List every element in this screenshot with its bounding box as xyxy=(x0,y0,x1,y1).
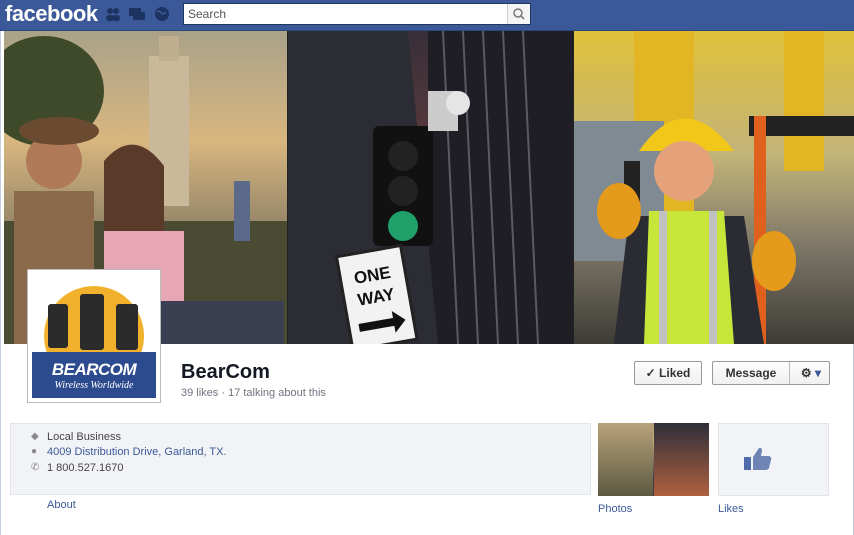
profile-tagline-text: Wireless Worldwide xyxy=(54,380,134,391)
messages-icon[interactable] xyxy=(128,6,146,22)
settings-dropdown-button[interactable]: ⚙ ▾ xyxy=(793,362,829,384)
friend-requests-icon[interactable] xyxy=(104,6,122,22)
about-link[interactable]: About xyxy=(47,499,76,511)
profile-picture[interactable]: BEARCOM Wireless Worldwide xyxy=(27,269,161,403)
category-text: Local Business xyxy=(47,431,121,443)
phone-icon: ✆ xyxy=(31,462,40,473)
photos-link[interactable]: Photos xyxy=(598,503,632,515)
phone-row: ✆ 1 800.527.1670 xyxy=(31,462,431,476)
message-button[interactable]: Message xyxy=(713,362,789,384)
top-navigation-bar: facebook xyxy=(0,0,854,31)
radio-image xyxy=(80,294,104,350)
search-box[interactable] xyxy=(183,3,531,25)
tag-icon: ◆ xyxy=(31,431,39,442)
radio-image xyxy=(116,304,138,350)
page-timeline: ONE WAY BEARCOM Wireless Worldwide BearC… xyxy=(0,31,854,535)
thumbs-up-icon xyxy=(744,447,772,470)
map-pin-icon: ● xyxy=(31,446,38,457)
cover-panel-one-way-sign: ONE WAY xyxy=(288,31,573,344)
profile-brand-text: BEARCOM xyxy=(51,360,137,379)
liked-button[interactable]: ✓ Liked xyxy=(634,361,702,385)
search-input[interactable] xyxy=(188,6,504,22)
phone-text: 1 800.527.1670 xyxy=(47,462,124,474)
liked-label: Liked xyxy=(659,366,691,380)
address-link[interactable]: 4009 Distribution Drive, Garland, TX. xyxy=(47,446,227,458)
page-info-box: ◆ Local Business ● 4009 Distribution Dri… xyxy=(10,423,591,495)
likes-link[interactable]: Likes xyxy=(718,503,744,515)
notifications-globe-icon[interactable] xyxy=(153,6,171,22)
cover-panel-construction-worker xyxy=(574,31,854,344)
page-title[interactable]: BearCom xyxy=(181,361,270,384)
likes-thumbnail[interactable] xyxy=(718,423,829,496)
facebook-logo[interactable]: facebook xyxy=(5,1,98,27)
chevron-down-icon: ▾ xyxy=(815,366,822,380)
checkmark-icon: ✓ xyxy=(645,366,656,380)
category-row: ◆ Local Business xyxy=(31,431,431,445)
search-icon xyxy=(513,8,525,20)
page-stats: 39 likes · 17 talking about this xyxy=(181,387,326,399)
gear-icon: ⚙ xyxy=(800,366,812,380)
photos-thumbnail[interactable] xyxy=(598,423,709,496)
message-button-group[interactable]: Message ⚙ ▾ xyxy=(712,361,830,385)
radio-image xyxy=(48,304,68,348)
address-row: ● 4009 Distribution Drive, Garland, TX. xyxy=(31,446,431,460)
search-button[interactable] xyxy=(507,4,530,24)
